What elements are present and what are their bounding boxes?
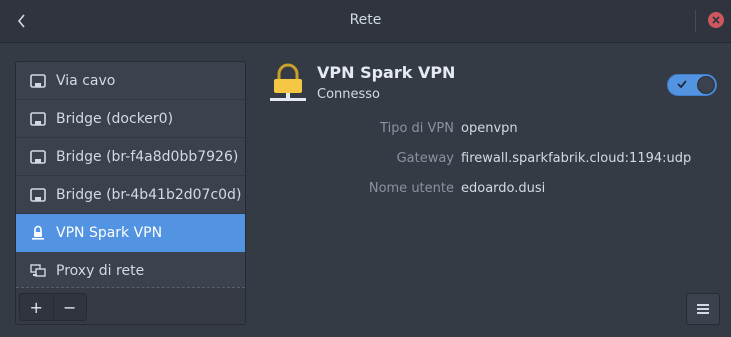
ethernet-icon bbox=[30, 111, 46, 127]
close-button[interactable] bbox=[708, 12, 724, 28]
detail-label-username: Nome utente bbox=[368, 181, 454, 196]
sidebar-item-vpn-spark[interactable]: VPN Spark VPN bbox=[16, 214, 245, 252]
titlebar: Rete bbox=[0, 0, 731, 43]
remove-connection-button[interactable]: − bbox=[52, 294, 87, 320]
window-title: Rete bbox=[349, 12, 382, 28]
vpn-lock-icon bbox=[30, 225, 46, 241]
close-icon bbox=[712, 16, 720, 24]
sidebar-item-bridge-br-f4a8[interactable]: Bridge (br-f4a8d0bb7926) bbox=[16, 138, 245, 176]
check-icon bbox=[677, 80, 687, 89]
sidebar-item-label: Bridge (br-f4a8d0bb7926) bbox=[56, 148, 239, 165]
proxy-icon bbox=[30, 263, 46, 279]
sidebar-item-via-cavo[interactable]: Via cavo bbox=[16, 62, 245, 100]
ethernet-icon bbox=[30, 187, 46, 203]
sidebar-item-label: Proxy di rete bbox=[56, 263, 145, 279]
sidebar-footer: + − bbox=[16, 287, 245, 324]
detail-label-vpn-type: Tipo di VPN bbox=[380, 121, 454, 136]
detail-value-vpn-type: openvpn bbox=[461, 121, 518, 136]
settings-menu-button[interactable] bbox=[686, 293, 720, 325]
sidebar-item-label: Bridge (br-4b41b2d07c0d) bbox=[56, 186, 242, 203]
detail-value-username: edoardo.dusi bbox=[461, 181, 546, 196]
ethernet-icon bbox=[30, 149, 46, 165]
ethernet-icon bbox=[30, 73, 46, 89]
detail-value-gateway: firewall.sparkfabrik.cloud:1194:udp bbox=[461, 151, 692, 166]
hamburger-menu-icon bbox=[697, 304, 709, 314]
add-remove-group: + − bbox=[19, 293, 87, 321]
vpn-lock-large-icon bbox=[268, 63, 308, 105]
vpn-toggle-switch[interactable] bbox=[667, 74, 717, 96]
toggle-knob bbox=[697, 76, 715, 94]
titlebar-separator bbox=[695, 10, 696, 32]
sidebar-item-bridge-br-4b41[interactable]: Bridge (br-4b41b2d07c0d) bbox=[16, 176, 245, 214]
sidebar-item-bridge-docker0[interactable]: Bridge (docker0) bbox=[16, 100, 245, 138]
connections-sidebar: Via cavo Bridge (docker0) Bridge (br-f4a… bbox=[15, 61, 246, 325]
sidebar-item-label: Bridge (docker0) bbox=[56, 110, 174, 127]
vpn-name: VPN Spark VPN bbox=[317, 63, 456, 82]
vpn-status: Connesso bbox=[317, 87, 381, 102]
sidebar-item-proxy[interactable]: Proxy di rete bbox=[16, 252, 245, 290]
sidebar-item-label: Via cavo bbox=[56, 72, 116, 89]
add-connection-button[interactable]: + bbox=[20, 294, 53, 320]
detail-label-gateway: Gateway bbox=[396, 151, 454, 166]
sidebar-item-label: VPN Spark VPN bbox=[56, 224, 163, 241]
